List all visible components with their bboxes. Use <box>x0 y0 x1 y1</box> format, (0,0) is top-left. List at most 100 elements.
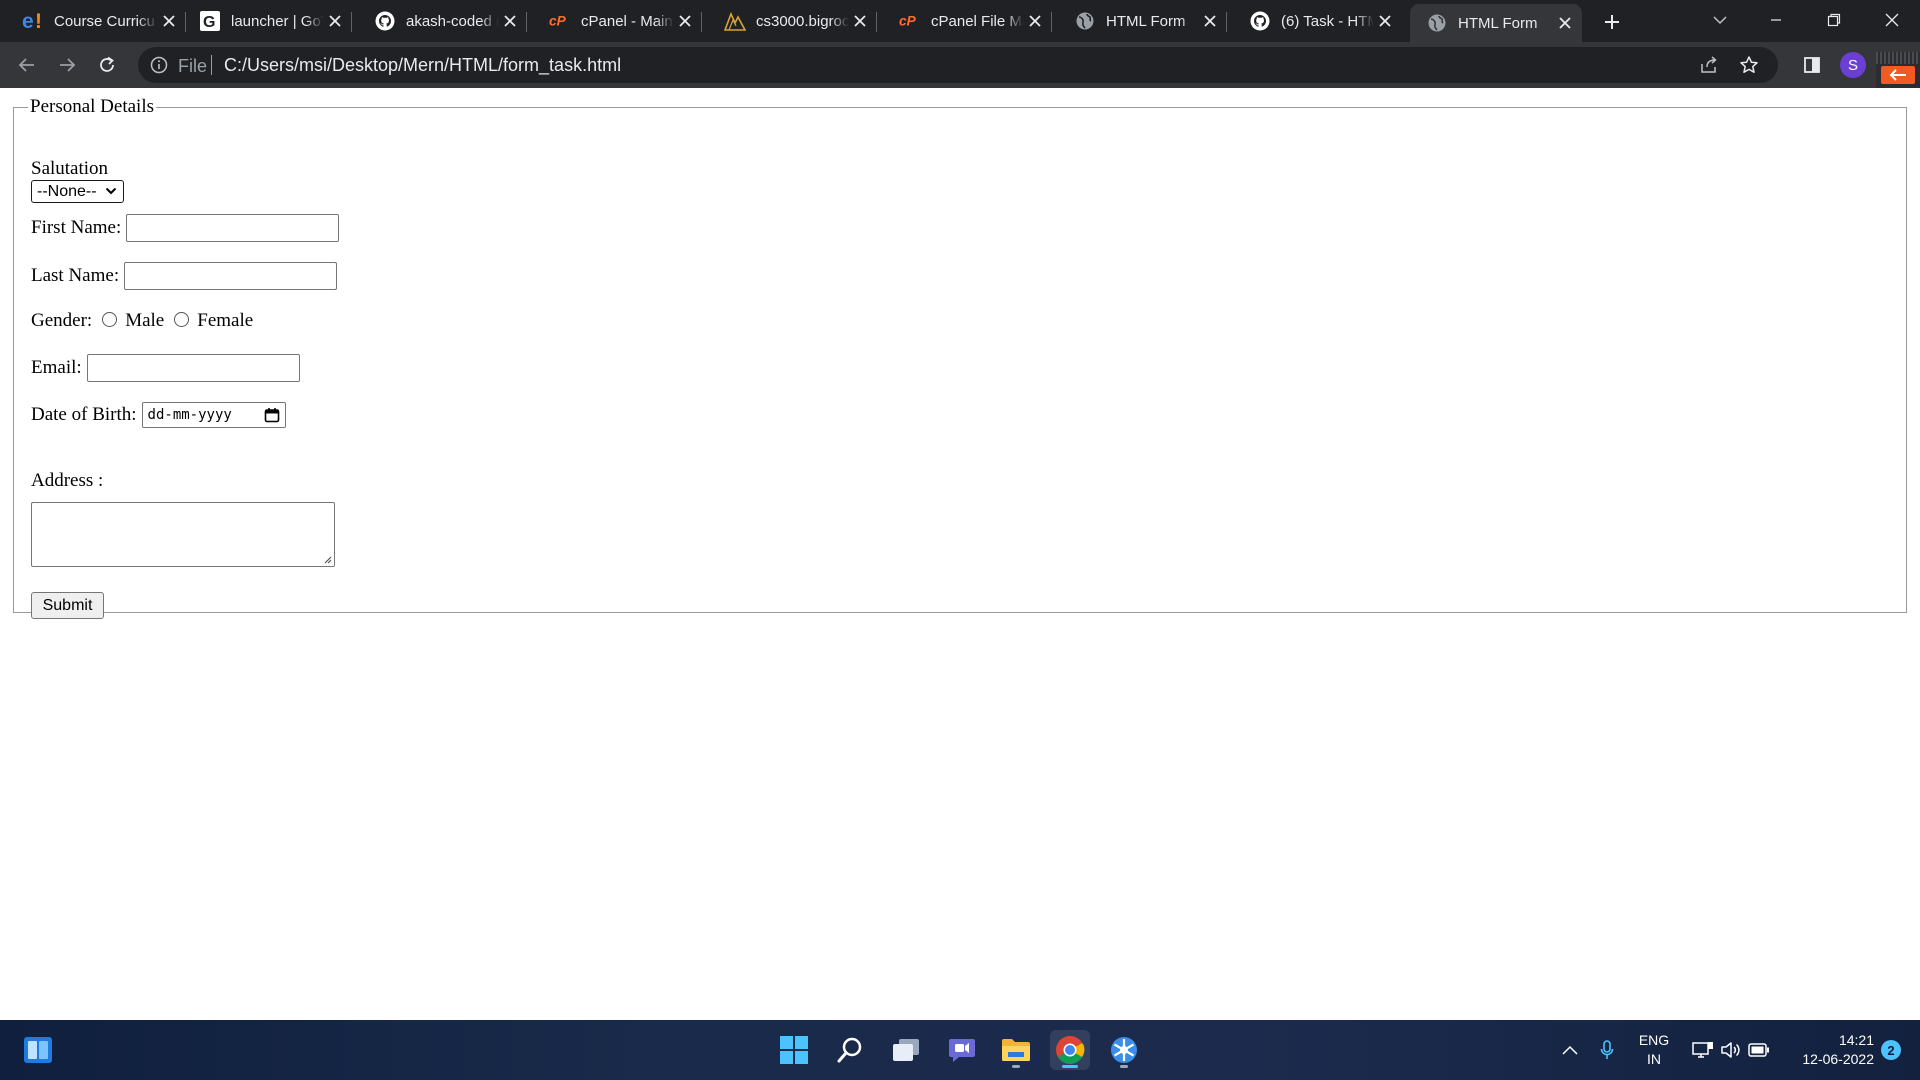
teams-chat-button[interactable] <box>942 1030 982 1070</box>
address-scheme: File <box>178 56 208 76</box>
tab-course-curriculum[interactable]: e! Course Curricu <box>0 4 186 38</box>
close-icon <box>1885 13 1899 27</box>
tab-title: (6) Task - HTM <box>1281 12 1374 30</box>
edyoda-logo-icon: e! <box>22 10 44 32</box>
gender-male-label[interactable]: Male <box>125 310 164 332</box>
restore-button[interactable] <box>1806 0 1862 40</box>
extension-drag-handle[interactable] <box>1876 52 1920 64</box>
minimize-button[interactable] <box>1748 0 1804 40</box>
tab-cpanel-file-manager[interactable]: cP cPanel File Ma <box>877 4 1052 38</box>
tab-title: akash-coded ( <box>406 12 499 30</box>
avatar: S <box>1840 52 1866 78</box>
gender-female-label[interactable]: Female <box>197 310 253 332</box>
gender-female-radio[interactable] <box>174 311 190 327</box>
plus-icon <box>1605 15 1619 29</box>
page-content: Personal Details Salutation --None-- Fir… <box>0 88 1920 1020</box>
collapse-arrow-icon[interactable] <box>1881 66 1915 84</box>
battery-icon <box>1748 1043 1769 1057</box>
info-icon[interactable] <box>150 56 168 74</box>
email-input[interactable] <box>86 354 300 382</box>
quick-settings-button[interactable] <box>1686 1020 1776 1080</box>
close-tab-icon[interactable] <box>1374 10 1396 32</box>
dob-label: Date of Birth: <box>31 404 137 425</box>
svg-text:cP: cP <box>549 14 567 29</box>
app-snowflake-button[interactable] <box>1104 1030 1144 1070</box>
speaker-icon <box>1721 1042 1740 1058</box>
close-tab-icon[interactable] <box>1554 12 1576 34</box>
chat-icon <box>949 1039 975 1062</box>
salutation-label: Salutation <box>31 158 109 179</box>
tab-search-button[interactable] <box>1692 0 1748 40</box>
tab-html-form-active[interactable]: HTML Form <box>1410 4 1582 42</box>
globe-icon <box>1426 12 1448 34</box>
forward-button[interactable] <box>52 50 82 80</box>
svg-text:!: ! <box>35 10 42 32</box>
reload-button[interactable] <box>92 50 122 80</box>
profile-button[interactable]: S <box>1838 50 1868 80</box>
task-view-button[interactable] <box>886 1030 926 1070</box>
tab-title: launcher | GoT <box>231 12 324 30</box>
last-name-input[interactable] <box>124 262 338 290</box>
tab-github-akash[interactable]: akash-coded ( <box>352 4 527 38</box>
new-tab-button[interactable] <box>1598 8 1626 36</box>
tab-html-form-1[interactable]: HTML Form <box>1052 4 1227 38</box>
resize-grip-icon[interactable] <box>322 554 332 564</box>
tab-launcher[interactable]: G launcher | GoT <box>177 4 352 38</box>
github-icon <box>374 10 396 32</box>
gender-male-radio[interactable] <box>102 311 118 327</box>
close-tab-icon[interactable] <box>1199 10 1221 32</box>
gender-row: Gender: Male Female <box>31 310 253 332</box>
notification-center-button[interactable]: 2 <box>1874 1020 1908 1080</box>
close-tab-icon[interactable] <box>674 10 696 32</box>
dob-placeholder: dd-mm-yyyy <box>147 407 232 423</box>
svg-text:e: e <box>22 10 34 32</box>
snowflake-app-icon <box>1111 1037 1137 1063</box>
share-icon[interactable] <box>1698 54 1720 76</box>
fieldset-legend: Personal Details <box>30 96 155 117</box>
windows-logo-icon <box>780 1036 808 1064</box>
salutation-select-row: --None-- <box>31 180 124 203</box>
file-explorer-button[interactable] <box>996 1030 1036 1070</box>
bookmark-star-icon[interactable] <box>1738 54 1760 76</box>
close-window-button[interactable] <box>1864 0 1920 40</box>
personal-details-fieldset: Personal Details Salutation --None-- Fir… <box>13 96 1907 619</box>
widgets-button[interactable] <box>18 1030 58 1070</box>
clock-button[interactable]: 14:21 12-06-2022 <box>1780 1020 1874 1080</box>
input-language-button[interactable]: ENG IN <box>1630 1020 1678 1080</box>
email-row: Email: <box>31 354 300 382</box>
close-tab-icon[interactable] <box>324 10 346 32</box>
submit-button[interactable]: Submit <box>31 592 104 619</box>
back-button[interactable] <box>12 50 42 80</box>
first-name-input[interactable] <box>126 214 340 242</box>
tab-bigrock[interactable]: cs3000.bigrock <box>702 4 877 38</box>
chevron-up-icon <box>1562 1045 1578 1055</box>
svg-text:cP: cP <box>899 14 917 29</box>
calendar-icon[interactable] <box>264 407 280 423</box>
address-row: Address : <box>31 470 103 492</box>
chrome-icon <box>1056 1036 1085 1064</box>
address-url[interactable]: C:/Users/msi/Desktop/Mern/HTML/form_task… <box>224 55 621 76</box>
microphone-tray-button[interactable] <box>1592 1020 1622 1080</box>
cpanel-icon: cP <box>899 10 921 32</box>
search-button[interactable] <box>830 1030 870 1070</box>
close-tab-icon[interactable] <box>849 10 871 32</box>
address-bar[interactable]: File C:/Users/msi/Desktop/Mern/HTML/form… <box>138 47 1778 83</box>
start-button[interactable] <box>774 1030 814 1070</box>
close-tab-icon[interactable] <box>1024 10 1046 32</box>
address-textarea[interactable] <box>31 502 335 567</box>
reload-icon <box>100 56 114 72</box>
close-tab-icon[interactable] <box>499 10 521 32</box>
dob-input[interactable]: dd-mm-yyyy <box>141 402 286 428</box>
svg-text:G: G <box>203 14 215 31</box>
side-panel-button[interactable] <box>1797 50 1827 80</box>
dob-row: Date of Birth: dd-mm-yyyy <box>31 402 286 428</box>
chrome-button[interactable] <box>1050 1030 1090 1070</box>
tab-github-task[interactable]: (6) Task - HTM <box>1227 4 1402 38</box>
restore-icon <box>1827 13 1841 27</box>
salutation-select[interactable]: --None-- <box>31 180 124 203</box>
arrow-left-icon <box>18 58 34 72</box>
last-name-label: Last Name: <box>31 265 120 286</box>
tab-cpanel-main[interactable]: cP cPanel - Main <box>527 4 702 38</box>
salutation-row: Salutation <box>31 158 108 180</box>
show-hidden-icons-button[interactable] <box>1554 1020 1586 1080</box>
